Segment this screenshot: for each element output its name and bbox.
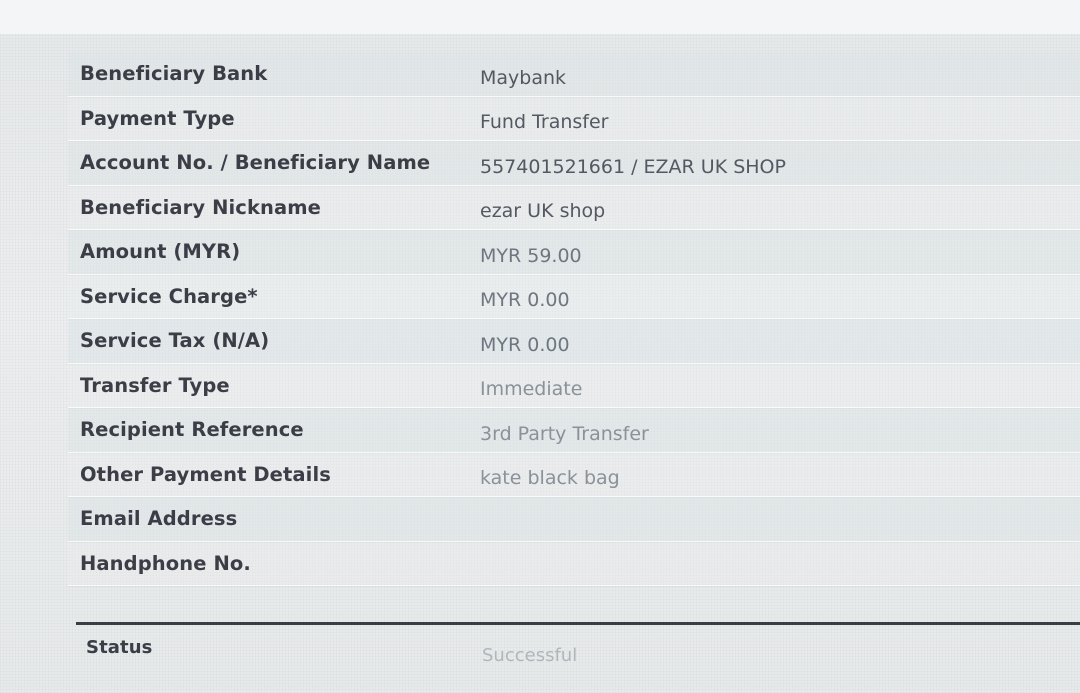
- row-account-beneficiary-name: Account No. / Beneficiary Name 557401521…: [68, 141, 1080, 186]
- status-value: Successful: [482, 645, 578, 666]
- top-strip: [0, 0, 1080, 34]
- row-label: Beneficiary Nickname: [80, 195, 321, 219]
- transaction-details-table: Beneficiary Bank Maybank Payment Type Fu…: [68, 52, 1080, 586]
- row-label: Beneficiary Bank: [80, 62, 268, 86]
- row-label: Email Address: [80, 507, 238, 531]
- row-value: 3rd Party Transfer: [480, 422, 649, 445]
- row-payment-type: Payment Type Fund Transfer: [68, 96, 1080, 141]
- row-value: [480, 559, 1080, 567]
- row-recipient-reference: Recipient Reference 3rd Party Transfer: [68, 408, 1080, 453]
- row-value: Maybank: [480, 66, 567, 89]
- section-divider: [76, 622, 1080, 625]
- row-label: Amount (MYR): [80, 240, 241, 264]
- row-amount: Amount (MYR) MYR 59.00: [68, 230, 1080, 275]
- status-label: Status: [86, 637, 153, 658]
- row-value: MYR 0.00: [480, 333, 570, 356]
- row-label: Service Charge*: [80, 284, 258, 308]
- row-value: MYR 59.00: [480, 244, 582, 267]
- status-row: Status Successful: [68, 627, 1080, 693]
- row-handphone-no: Handphone No.: [68, 541, 1080, 586]
- row-label: Handphone No.: [80, 551, 251, 575]
- row-value: 557401521661 / EZAR UK SHOP: [480, 155, 786, 178]
- row-label: Payment Type: [80, 106, 235, 130]
- row-beneficiary-nickname: Beneficiary Nickname ezar UK shop: [68, 185, 1080, 230]
- row-label: Service Tax (N/A): [80, 329, 270, 353]
- row-value: kate black bag: [480, 467, 620, 490]
- row-label: Account No. / Beneficiary Name: [80, 151, 431, 175]
- row-value: MYR 0.00: [480, 289, 570, 312]
- row-value: Immediate: [480, 378, 583, 401]
- row-email-address: Email Address: [68, 497, 1080, 542]
- row-label: Recipient Reference: [80, 418, 304, 442]
- row-label: Other Payment Details: [80, 462, 331, 486]
- row-label: Transfer Type: [80, 373, 230, 397]
- row-value: [480, 515, 1080, 523]
- row-other-payment-details: Other Payment Details kate black bag: [68, 452, 1080, 497]
- row-value: Fund Transfer: [480, 111, 609, 134]
- row-service-charge: Service Charge* MYR 0.00: [68, 274, 1080, 319]
- row-value: ezar UK shop: [480, 200, 606, 223]
- row-service-tax: Service Tax (N/A) MYR 0.00: [68, 319, 1080, 364]
- row-beneficiary-bank: Beneficiary Bank Maybank: [68, 52, 1080, 97]
- row-transfer-type: Transfer Type Immediate: [68, 363, 1080, 408]
